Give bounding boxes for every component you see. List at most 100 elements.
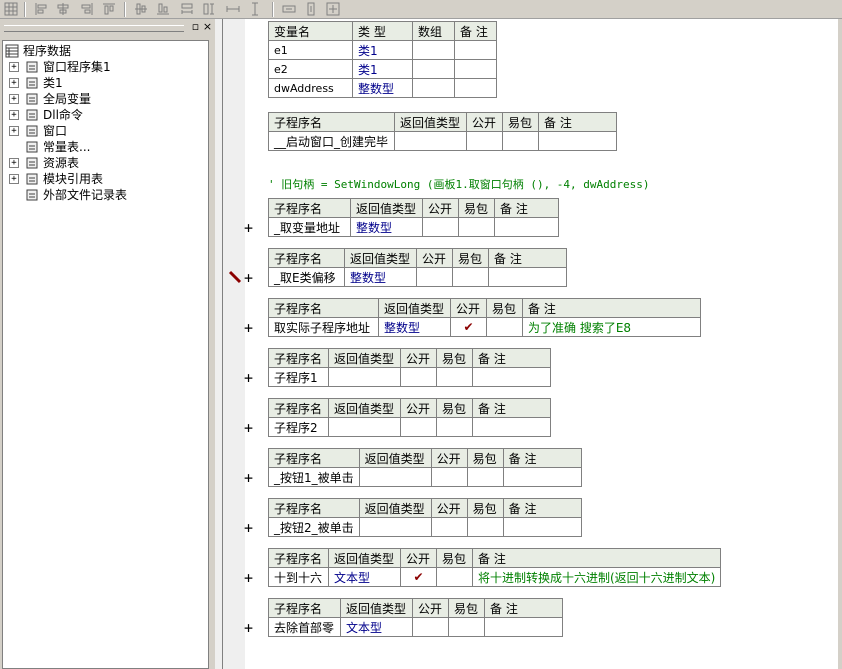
expand-subroutine-button[interactable]: + [244,371,256,386]
expand-subroutine-button[interactable]: + [244,571,256,586]
table-row[interactable]: dwAddress 整数型 [268,78,497,98]
table-row[interactable]: _按钮2_被单击 [268,517,582,537]
sub-easy-cell[interactable] [466,517,504,537]
panel-grip[interactable] [4,25,184,32]
sub-public-cell[interactable] [412,617,449,637]
var-name-cell[interactable]: e1 [268,40,353,60]
sub-name-cell[interactable]: 十到十六 [268,567,329,587]
sub-easy-cell[interactable] [436,417,473,437]
table-row[interactable]: 子程序1 [268,367,551,387]
same-height-icon[interactable] [202,2,216,16]
expand-subroutine-button[interactable]: + [244,321,256,336]
pin-button[interactable]: ▫ [190,21,201,32]
sub-easy-cell[interactable] [458,217,495,237]
sub-public-cell[interactable] [466,131,503,151]
sub-name-cell[interactable]: _按钮2_被单击 [268,517,360,537]
sub-name-cell[interactable]: _取E类偏移 [268,267,345,287]
table-row[interactable]: __启动窗口_创建完毕 [268,131,617,151]
var-array-cell[interactable] [412,59,455,79]
sub-public-cell[interactable]: ✔ [400,567,437,587]
var-array-cell[interactable] [412,78,455,98]
sub-easy-cell[interactable] [486,317,523,337]
grid-icon[interactable] [4,2,18,16]
sub-name-cell[interactable]: _取变量地址 [268,217,351,237]
expand-toggle[interactable]: + [9,158,19,168]
var-note-cell[interactable] [454,40,497,60]
sub-return-type-cell[interactable] [328,367,401,387]
sub-note-cell[interactable] [488,267,567,287]
table-row[interactable]: _取变量地址 整数型 [268,217,559,237]
sub-return-type-cell[interactable]: 文本型 [328,567,401,587]
expand-subroutine-button[interactable]: + [244,221,256,236]
sub-name-cell[interactable]: 子程序2 [268,417,329,437]
sub-name-cell[interactable]: 子程序1 [268,367,329,387]
center-icon[interactable] [304,2,318,16]
space-horizontal-icon[interactable] [248,2,262,16]
sub-return-type-cell[interactable]: 整数型 [350,217,423,237]
close-button[interactable]: × [202,21,213,32]
table-row[interactable]: 子程序2 [268,417,551,437]
expand-toggle[interactable]: + [9,126,19,136]
sub-name-cell[interactable]: _按钮1_被单击 [268,467,360,487]
sub-name-cell[interactable]: 去除首部零 [268,617,341,637]
breakpoint-marker-icon[interactable] [228,270,242,284]
sub-note-cell[interactable] [538,131,617,151]
sub-public-cell[interactable] [416,267,453,287]
sub-name-cell[interactable]: 取实际子程序地址 [268,317,379,337]
align-bottom-icon[interactable] [156,2,170,16]
table-row[interactable]: _取E类偏移 整数型 [268,267,567,287]
same-width-icon[interactable] [180,2,194,16]
sub-note-cell[interactable]: 将十进制转换成十六进制(返回十六进制文本) [471,567,722,587]
var-name-cell[interactable]: e2 [268,59,353,79]
sub-public-cell[interactable] [430,517,468,537]
center-both-icon[interactable] [326,2,340,16]
var-name-cell[interactable]: dwAddress [268,78,353,98]
space-vertical-icon[interactable] [282,2,296,16]
sub-public-cell[interactable] [422,217,459,237]
var-note-cell[interactable] [454,78,497,98]
sub-return-type-cell[interactable] [358,467,432,487]
table-row[interactable]: e1 类1 [268,40,497,60]
same-size-icon[interactable] [226,2,240,16]
sub-easy-cell[interactable] [466,467,504,487]
sub-note-cell[interactable] [472,367,551,387]
sub-easy-cell[interactable] [436,367,473,387]
sub-note-cell[interactable] [502,517,582,537]
table-row[interactable]: 取实际子程序地址 整数型 ✔ 为了准确 搜索了E8 [268,317,701,337]
table-row[interactable]: 去除首部零 文本型 [268,617,563,637]
expand-toggle[interactable]: + [9,78,19,88]
sub-return-type-cell[interactable] [394,131,467,151]
expand-subroutine-button[interactable]: + [244,471,256,486]
align-center-icon[interactable] [56,2,70,16]
table-row[interactable]: e2 类1 [268,59,497,79]
sub-public-cell[interactable] [400,367,437,387]
align-middle-icon[interactable] [134,2,148,16]
expand-subroutine-button[interactable]: + [244,521,256,536]
sub-note-cell[interactable] [472,417,551,437]
sub-return-type-cell[interactable] [358,517,432,537]
var-array-cell[interactable] [412,40,455,60]
var-type-cell[interactable]: 整数型 [352,78,413,98]
sub-note-cell[interactable] [494,217,559,237]
align-right-icon[interactable] [80,2,94,16]
expand-subroutine-button[interactable]: + [244,621,256,636]
sub-name-cell[interactable]: __启动窗口_创建完毕 [268,131,395,151]
var-note-cell[interactable] [454,59,497,79]
expand-toggle[interactable]: + [9,110,19,120]
table-row[interactable]: _按钮1_被单击 [268,467,582,487]
sub-return-type-cell[interactable]: 文本型 [340,617,413,637]
sub-return-type-cell[interactable]: 整数型 [378,317,451,337]
sub-easy-cell[interactable] [452,267,489,287]
var-type-cell[interactable]: 类1 [352,40,413,60]
sub-public-cell[interactable] [400,417,437,437]
expand-toggle[interactable]: + [9,62,19,72]
sub-public-cell[interactable]: ✔ [450,317,487,337]
align-left-icon[interactable] [34,2,48,16]
sub-easy-cell[interactable] [436,567,473,587]
expand-subroutine-button[interactable]: + [244,421,256,436]
sub-note-cell[interactable]: 为了准确 搜索了E8 [522,317,701,337]
table-row[interactable]: 十到十六 文本型 ✔ 将十进制转换成十六进制(返回十六进制文本) [268,567,722,587]
sub-public-cell[interactable] [430,467,468,487]
var-type-cell[interactable]: 类1 [352,59,413,79]
sub-note-cell[interactable] [502,467,582,487]
